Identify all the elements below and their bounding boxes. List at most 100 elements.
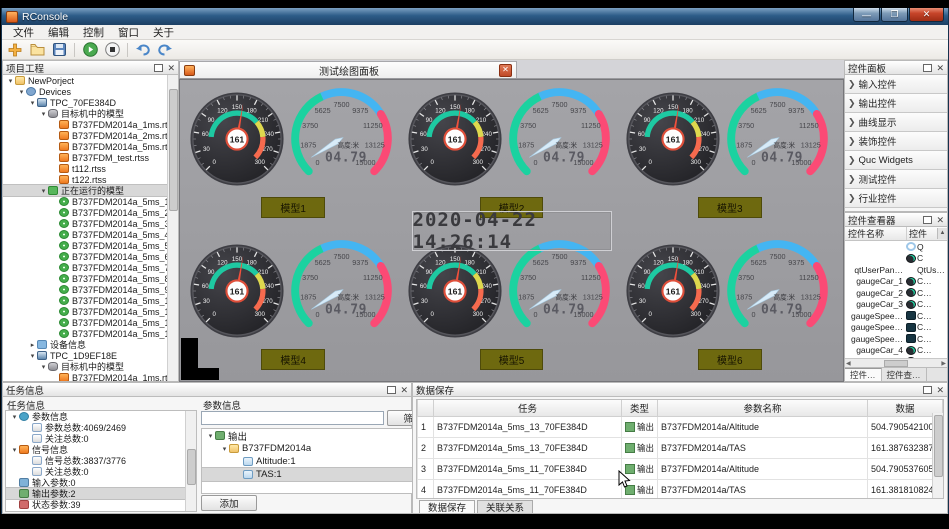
viewer-row[interactable]: gaugeSpee…C…	[845, 310, 947, 322]
redo-button[interactable]	[156, 42, 174, 58]
widget-section[interactable]: ❯输入控件	[845, 75, 947, 94]
expander-open-icon[interactable]: ▾	[28, 99, 37, 107]
viewer-row[interactable]: C	[845, 253, 947, 265]
tree-item[interactable]: B737FDM2014a_5ms_12	[3, 317, 178, 328]
close-panel-button[interactable]: ✕	[936, 64, 944, 72]
tree-item[interactable]: B737FDM2014a_5ms.rtss	[3, 141, 178, 152]
run-button[interactable]	[81, 42, 99, 58]
tree-item[interactable]: B737FDM2014a_2ms.rtss	[3, 130, 178, 141]
tree-item[interactable]: B737FDM2014a_1ms.rtss	[3, 119, 178, 130]
tree-item[interactable]: ▾Devices	[3, 86, 178, 97]
viewer-row[interactable]: gaugeSpee…C…	[845, 333, 947, 345]
widget-section[interactable]: ❯装饰控件	[845, 132, 947, 151]
tree-item[interactable]: Altitude:1	[202, 455, 438, 468]
close-panel-button[interactable]: ✕	[400, 386, 408, 394]
menu-item[interactable]: 文件	[6, 25, 41, 40]
viewer-row[interactable]: gaugeSpee…C…	[845, 322, 947, 334]
viewer-hscrollbar[interactable]: ◀ ▶	[845, 358, 947, 367]
expander-open-icon[interactable]: ▾	[17, 88, 26, 96]
new-button[interactable]	[6, 42, 24, 58]
menu-item[interactable]: 窗口	[111, 25, 146, 40]
data-table-row[interactable]: 1B737FDM2014a_5ms_13_70FE384D输出B737FDM20…	[418, 417, 943, 438]
save-button[interactable]	[50, 42, 68, 58]
viewer-column-type[interactable]: 控件	[907, 227, 937, 240]
stop-button[interactable]	[103, 42, 121, 58]
tree-item[interactable]: B737FDM2014a_5ms_7	[3, 262, 178, 273]
undo-button[interactable]	[134, 42, 152, 58]
minimize-button[interactable]: —	[853, 8, 880, 22]
close-button[interactable]: ✕	[909, 8, 944, 22]
data-table-row[interactable]: 3B737FDM2014a_5ms_11_70FE384D输出B737FDM20…	[418, 459, 943, 480]
tree-item[interactable]: B737FDM2014a_5ms_10	[3, 295, 178, 306]
title-bar[interactable]: RConsole — ❐ ✕	[2, 8, 948, 25]
col-param[interactable]: 参数名称	[658, 400, 868, 417]
project-tree-scrollbar[interactable]	[167, 75, 178, 381]
data-panel-tab[interactable]: 数据保存	[419, 500, 475, 513]
data-table-scrollbar[interactable]	[932, 413, 943, 498]
tree-item[interactable]: B737FDM2014a_5ms_8	[3, 273, 178, 284]
tree-item[interactable]: ▾目标机中的模型	[3, 108, 178, 119]
float-panel-button[interactable]	[923, 386, 932, 394]
expander-open-icon[interactable]: ▾	[39, 110, 48, 118]
expander-open-icon[interactable]: ▾	[28, 352, 37, 360]
tree-item[interactable]: B737FDM2014a_5ms_4	[3, 229, 178, 240]
menu-item[interactable]: 编辑	[41, 25, 76, 40]
widget-section[interactable]: ❯Quc Widgets	[845, 151, 947, 170]
open-button[interactable]	[28, 42, 46, 58]
tree-item[interactable]: B737FDM2014a_5ms_6	[3, 251, 178, 262]
viewer-row[interactable]: gaugeCar_5C…	[845, 356, 947, 358]
viewer-tab[interactable]: 控件…	[845, 368, 882, 381]
viewer-row[interactable]: Q	[845, 241, 947, 253]
expander-open-icon[interactable]: ▾	[39, 363, 48, 371]
canvas-tab-close-icon[interactable]: ✕	[499, 64, 512, 77]
param-filter-input[interactable]	[201, 411, 384, 425]
tree-item[interactable]: 参数总数:4069/2469	[6, 422, 196, 433]
tree-item[interactable]: B737FDM2014a_5ms_3	[3, 218, 178, 229]
viewer-row[interactable]: gaugeCar_4C…	[845, 345, 947, 357]
viewer-row[interactable]: qtUserPan…QtUs…	[845, 264, 947, 276]
scroll-right-icon[interactable]: ▶	[941, 360, 946, 367]
menu-item[interactable]: 关于	[146, 25, 181, 40]
widget-section[interactable]: ❯行业控件	[845, 189, 947, 208]
maximize-button[interactable]: ❐	[881, 8, 908, 22]
add-button[interactable]: 添加	[201, 495, 257, 511]
expander-open-icon[interactable]: ▾	[6, 77, 15, 85]
data-panel-tab[interactable]: 关联关系	[477, 500, 533, 513]
scroll-up-icon[interactable]: ▲	[937, 228, 947, 239]
float-panel-button[interactable]	[387, 386, 396, 394]
tree-item[interactable]: ▸设备信息	[3, 339, 178, 350]
viewer-row[interactable]: gaugeCar_3C…	[845, 299, 947, 311]
expander-open-icon[interactable]: ▾	[10, 413, 19, 421]
expander-open-icon[interactable]: ▾	[206, 432, 215, 440]
viewer-tab[interactable]: 控件查…	[882, 368, 927, 381]
tree-item[interactable]: ▾目标机中的模型	[3, 361, 178, 372]
expander-open-icon[interactable]: ▾	[220, 445, 229, 453]
expander-open-icon[interactable]: ▾	[39, 187, 48, 195]
tree-item[interactable]: B737FDM2014a_5ms_5	[3, 240, 178, 251]
float-panel-button[interactable]	[154, 64, 163, 72]
viewer-row[interactable]: gaugeCar_2C…	[845, 287, 947, 299]
tree-item[interactable]: B737FDM2014a_1ms.rtss	[3, 372, 178, 381]
col-type[interactable]: 类型	[622, 400, 658, 417]
tree-item[interactable]: ▾正在运行的模型	[3, 185, 178, 196]
widget-section[interactable]: ❯输出控件	[845, 94, 947, 113]
tree-item[interactable]: B737FDM2014a_5ms_11	[3, 306, 178, 317]
expander-open-icon[interactable]: ▾	[10, 446, 19, 454]
tree-item[interactable]: 信号总数:3837/3776	[6, 455, 196, 466]
float-panel-button[interactable]	[923, 64, 932, 72]
tree-item[interactable]: ▾NewPorject	[3, 75, 178, 86]
widget-section[interactable]: ❯曲线显示	[845, 113, 947, 132]
tree-item[interactable]: B737FDM2014a_5ms_2	[3, 207, 178, 218]
close-panel-button[interactable]: ✕	[167, 64, 175, 72]
tree-item[interactable]: TAS:1	[202, 468, 438, 481]
close-panel-button[interactable]: ✕	[936, 216, 944, 224]
tree-item[interactable]: B737FDM2014a_5ms_13	[3, 328, 178, 339]
scroll-left-icon[interactable]: ◀	[846, 360, 851, 367]
task-tree-scrollbar[interactable]	[185, 411, 196, 511]
float-panel-button[interactable]	[923, 216, 932, 224]
viewer-column-name[interactable]: 控件名称	[845, 227, 907, 240]
tree-item[interactable]: t112.rtss	[3, 163, 178, 174]
tree-item[interactable]: 模型名称:B737FDM2014a_5ms	[6, 510, 196, 512]
tree-item[interactable]: ▾输出	[202, 429, 438, 442]
viewer-row[interactable]: gaugeCar_1C…	[845, 276, 947, 288]
